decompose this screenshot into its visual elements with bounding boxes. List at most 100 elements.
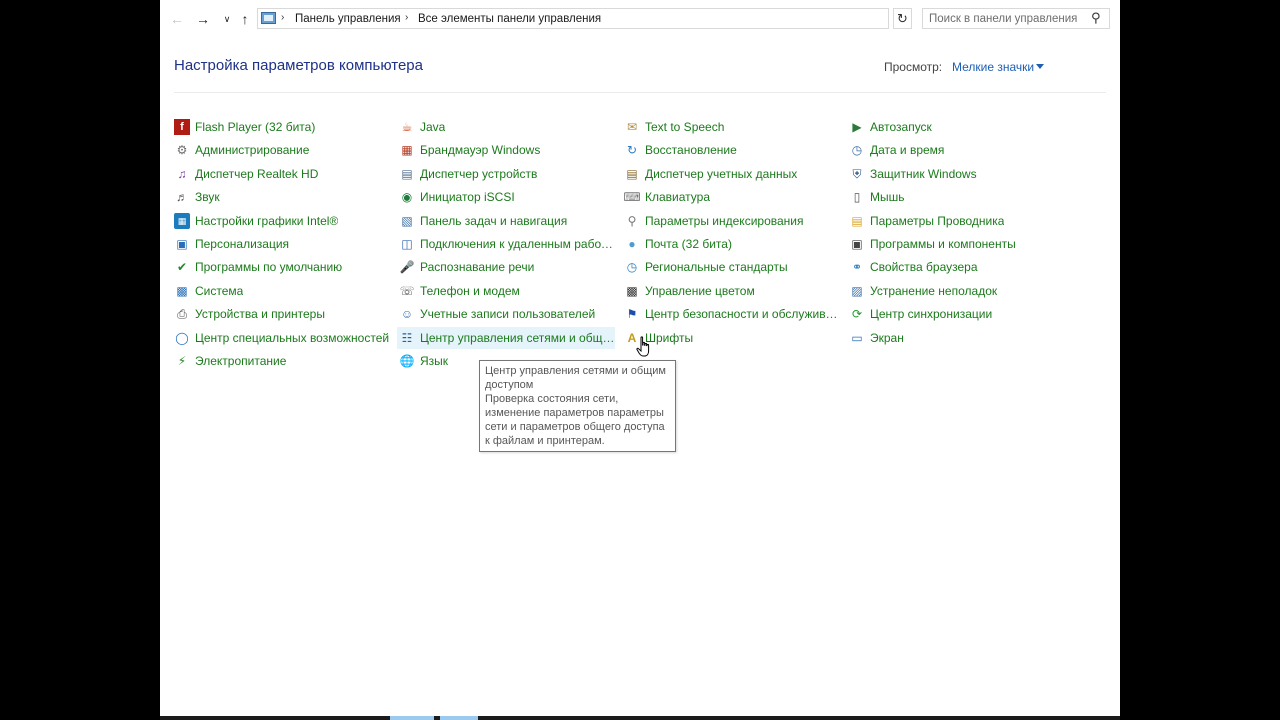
item-personalization[interactable]: ▣ Персонализация	[172, 233, 390, 255]
item-intel-graphics[interactable]: ▦ Настройки графики Intel®	[172, 210, 390, 232]
item-ease-of-access[interactable]: ◯ Центр специальных возможностей	[172, 327, 390, 349]
item-devices-printers[interactable]: ⎙ Устройства и принтеры	[172, 303, 390, 325]
item-flash-player[interactable]: f Flash Player (32 бита)	[172, 116, 390, 138]
arrow-up-icon[interactable]: ↑	[236, 10, 254, 28]
item-keyboard[interactable]: ⌨ Клавиатура	[622, 186, 840, 208]
item-remote-desktop[interactable]: ◫ Подключения к удаленным рабоч...	[397, 233, 615, 255]
date-time-icon: ◷	[851, 143, 863, 158]
item-speech-recognition[interactable]: 🎤 Распознавание речи	[397, 256, 615, 278]
breadcrumb-all-items[interactable]: Все элементы панели управления	[418, 13, 601, 25]
keyboard-icon: ⌨	[623, 190, 641, 205]
item-mail[interactable]: ● Почта (32 бита)	[622, 233, 840, 255]
view-label: Просмотр:	[884, 60, 943, 74]
item-administrative-tools[interactable]: ⚙ Администрирование	[172, 139, 390, 161]
item-iscsi[interactable]: ◉ Инициатор iSCSI	[397, 186, 615, 208]
item-power-options[interactable]: ⚡ Электропитание	[172, 350, 390, 372]
item-user-accounts[interactable]: ☺ Учетные записи пользователей	[397, 303, 615, 325]
search-icon[interactable]: ⚲	[1091, 10, 1101, 26]
item-label: Почта (32 бита)	[645, 237, 732, 251]
breadcrumb-control-panel[interactable]: Панель управления	[295, 13, 401, 25]
autoplay-icon: ▶	[852, 120, 862, 134]
item-indexing-options[interactable]: ⚲ Параметры индексирования	[622, 210, 840, 232]
item-device-manager[interactable]: ▤ Диспетчер устройств	[397, 163, 615, 185]
microphone-icon: 🎤	[399, 260, 415, 275]
item-label: Учетные записи пользователей	[420, 307, 596, 322]
item-label: Подключения к удаленным рабоч...	[420, 237, 615, 251]
item-label: Java	[420, 120, 446, 134]
item-date-time[interactable]: ◷ Дата и время	[847, 139, 1065, 161]
item-label: Дата и время	[870, 143, 945, 158]
taskbar-button[interactable]	[390, 716, 434, 720]
item-sound[interactable]: ♬ Звук	[172, 186, 390, 208]
item-text-to-speech[interactable]: ✉ Text to Speech	[622, 116, 840, 138]
item-label: Центр специальных возможностей	[195, 330, 390, 345]
control-panel-window: ← → ∨ ↑ › Панель управления › Все элемен…	[160, 0, 1120, 716]
devices-printers-icon: ⎙	[177, 307, 187, 322]
item-sync-center[interactable]: ⟳ Центр синхронизации	[847, 303, 1065, 325]
item-credential-manager[interactable]: ▤ Диспетчер учетных данных	[622, 163, 840, 185]
programs-features-icon: ▣	[851, 237, 863, 251]
defender-icon: ⛨	[852, 166, 862, 181]
control-panel-icon	[261, 12, 276, 24]
item-network-sharing-center[interactable]: ☷ Центр управления сетями и общи...	[397, 326, 615, 349]
internet-options-icon: ⚭	[851, 260, 863, 275]
item-display[interactable]: ▭ Экран	[847, 327, 1065, 349]
item-label: Клавиатура	[645, 190, 710, 205]
item-troubleshooting[interactable]: ▨ Устранение неполадок	[847, 280, 1065, 302]
mail-icon: ●	[628, 237, 636, 251]
administrative-tools-icon: ⚙	[176, 143, 188, 158]
network-center-icon: ☷	[401, 330, 413, 345]
credential-manager-icon: ▤	[626, 166, 638, 181]
view-mode-dropdown[interactable]: Мелкие значки	[952, 60, 1034, 74]
item-taskbar-navigation[interactable]: ▧ Панель задач и навигация	[397, 210, 615, 232]
device-manager-icon: ▤	[401, 166, 413, 181]
region-icon: ◷	[626, 260, 638, 275]
troubleshooting-icon: ▨	[851, 283, 863, 298]
text-to-speech-icon: ✉	[626, 120, 638, 134]
item-label: Персонализация	[195, 237, 290, 251]
item-programs-features[interactable]: ▣ Программы и компоненты	[847, 233, 1065, 255]
arrow-right-icon[interactable]: →	[194, 10, 212, 28]
item-internet-options[interactable]: ⚭ Свойства браузера	[847, 256, 1065, 278]
item-system[interactable]: ▩ Система	[172, 280, 390, 302]
phone-modem-icon: ☏	[399, 283, 415, 298]
item-label: Центр безопасности и обслуживан...	[645, 307, 840, 322]
realtek-audio-icon: ♫	[177, 166, 187, 181]
item-realtek-hd[interactable]: ♫ Диспетчер Realtek HD	[172, 163, 390, 185]
address-bar[interactable]: › Панель управления › Все элементы панел…	[257, 8, 982, 29]
item-label: Инициатор iSCSI	[420, 190, 515, 205]
caret-down-icon[interactable]	[1036, 64, 1044, 69]
item-windows-firewall[interactable]: ▦ Брандмауэр Windows	[397, 139, 615, 161]
item-label: Шрифты	[645, 330, 694, 345]
item-phone-modem[interactable]: ☏ Телефон и модем	[397, 280, 615, 302]
item-region[interactable]: ◷ Региональные стандарты	[622, 256, 840, 278]
language-icon: 🌐	[399, 354, 415, 368]
item-label: Text to Speech	[645, 120, 725, 134]
item-mouse[interactable]: ▯ Мышь	[847, 186, 1065, 208]
item-color-management[interactable]: ▩ Управление цветом	[622, 280, 840, 302]
refresh-icon[interactable]: ↻	[893, 8, 912, 29]
search-input[interactable]	[929, 11, 1084, 26]
item-autoplay[interactable]: ▶ Автозапуск	[847, 116, 1065, 138]
chevron-right-icon[interactable]: ›	[405, 12, 408, 23]
item-security-maintenance[interactable]: ⚑ Центр безопасности и обслуживан...	[622, 303, 840, 325]
item-default-programs[interactable]: ✔ Программы по умолчанию	[172, 256, 390, 278]
search-box[interactable]: ⚲	[922, 8, 1110, 29]
item-label: Администрирование	[195, 143, 310, 158]
item-label: Настройки графики Intel®	[195, 213, 339, 228]
item-label: Экран	[870, 330, 904, 345]
item-fonts[interactable]: A Шрифты	[622, 327, 840, 349]
item-label: Устранение неполадок	[870, 283, 998, 298]
item-explorer-options[interactable]: ▤ Параметры Проводника	[847, 210, 1065, 232]
item-label: Язык	[420, 354, 449, 368]
taskbar-button[interactable]	[440, 716, 478, 720]
item-recovery[interactable]: ↻ Восстановление	[622, 139, 840, 161]
item-label: Flash Player (32 бита)	[195, 120, 316, 134]
item-java[interactable]: ☕ Java	[397, 116, 615, 138]
chevron-down-icon[interactable]: ∨	[218, 10, 236, 28]
item-label: Программы и компоненты	[870, 237, 1016, 251]
item-windows-defender[interactable]: ⛨ Защитник Windows	[847, 163, 1065, 185]
personalization-icon: ▣	[176, 237, 188, 251]
arrow-left-icon[interactable]: ←	[168, 10, 186, 28]
item-label: Брандмауэр Windows	[420, 143, 541, 158]
